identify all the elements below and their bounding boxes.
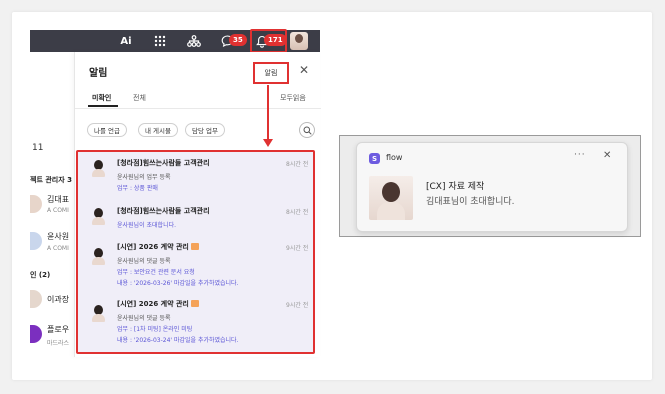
chat-badge: 35 <box>229 34 247 46</box>
scroll-icon <box>190 243 199 250</box>
notification-content: 내용 : '2026-03-24' 마감일을 추가하였습니다. <box>117 337 239 344</box>
notification-task: 업무 : 보안요건 관련 문서 요청 <box>117 269 195 276</box>
avatar <box>91 305 107 323</box>
notification-detail: 윤사원님의 업무 등록 <box>117 174 171 181</box>
tab-unread[interactable]: 미확인 <box>92 93 111 103</box>
notification-task: 업무 : 상품 판매 <box>117 185 158 192</box>
notification-detail: 윤사원님이 초대합니다. <box>117 222 177 229</box>
ai-label: Ai <box>120 35 132 47</box>
annotation-arrow-head <box>263 139 273 147</box>
desktop-notification[interactable]: S flow ··· ✕ [CX] 자료 제작 김대표님이 초대합니다. <box>356 142 628 232</box>
close-icon[interactable]: ✕ <box>299 63 309 77</box>
notification-detail: 윤사원님의 댓글 등록 <box>117 315 171 322</box>
member-name[interactable]: 김대표 <box>47 194 69 205</box>
active-tab-indicator <box>88 105 118 107</box>
flow-logo-icon: S <box>369 153 380 164</box>
mark-all-read-button[interactable]: 모두읽음 <box>280 93 306 103</box>
bell-highlight <box>250 29 287 53</box>
annotation-arrow <box>267 85 269 143</box>
member-company: 마드라스 <box>47 340 70 347</box>
sender-photo <box>369 176 413 220</box>
panel-title: 알림 <box>89 68 108 79</box>
filter-chip-mentions[interactable]: 나를 언급 <box>87 123 127 137</box>
avatar <box>91 248 107 266</box>
notification-time: 8시간 전 <box>286 209 309 216</box>
avatar <box>91 208 107 226</box>
notification-title: [청라점]힘쓰는사람들 고객관리 <box>117 207 210 215</box>
section-members: 인 (2) <box>30 271 51 279</box>
notification-time: 8시간 전 <box>286 161 309 168</box>
profile-avatar[interactable] <box>290 32 308 50</box>
member-name[interactable]: 이과장 <box>47 294 69 305</box>
notification-time: 9시간 전 <box>286 302 309 309</box>
toast-app-name: flow <box>386 153 403 162</box>
notification-detail: 윤사원님의 댓글 등록 <box>117 258 171 265</box>
notification-time: 9시간 전 <box>286 245 309 252</box>
ai-button[interactable]: Ai <box>118 33 134 49</box>
close-button[interactable]: ✕ <box>603 150 611 161</box>
filter-chip-my-posts[interactable]: 내 게시물 <box>138 123 178 137</box>
toast-title: [CX] 자료 제작 <box>426 182 485 192</box>
divider <box>75 108 321 109</box>
tab-all[interactable]: 전체 <box>133 93 146 103</box>
org-chart-icon[interactable] <box>186 33 202 49</box>
notification-list: [청라점]힘쓰는사람들 고객관리 8시간 전 윤사원님의 업무 등록 업무 : … <box>76 150 315 354</box>
notification-title: [시연] 2026 계약 관리 <box>117 242 199 252</box>
search-icon[interactable] <box>299 122 315 138</box>
notification-content: 내용 : '2026-03-26' 마감일을 추가하였습니다. <box>117 280 239 287</box>
more-options-button[interactable]: ··· <box>574 150 586 160</box>
notification-tooltip: 알림 <box>253 62 289 84</box>
notification-task: 업무 : [1차 미팅] 온라인 미팅 <box>117 326 193 333</box>
section-project-admin: 젝트 관리자 3 <box>30 176 72 184</box>
member-count: 11 <box>32 143 44 153</box>
notification-title: [시연] 2026 계약 관리 <box>117 299 199 309</box>
member-company: A COMI <box>47 207 69 214</box>
member-company: A COMI <box>47 245 69 252</box>
member-name[interactable]: 윤사원 <box>47 231 69 242</box>
notification-title: [청라점]힘쓰는사람들 고객관리 <box>117 159 210 167</box>
toast-body: 김대표님이 초대합니다. <box>426 197 515 207</box>
scroll-icon <box>190 300 199 307</box>
avatar <box>91 160 107 178</box>
filter-chip-assigned-tasks[interactable]: 담당 업무 <box>185 123 225 137</box>
apps-grid-icon[interactable] <box>152 33 168 49</box>
member-name[interactable]: 플로우 <box>47 324 69 335</box>
